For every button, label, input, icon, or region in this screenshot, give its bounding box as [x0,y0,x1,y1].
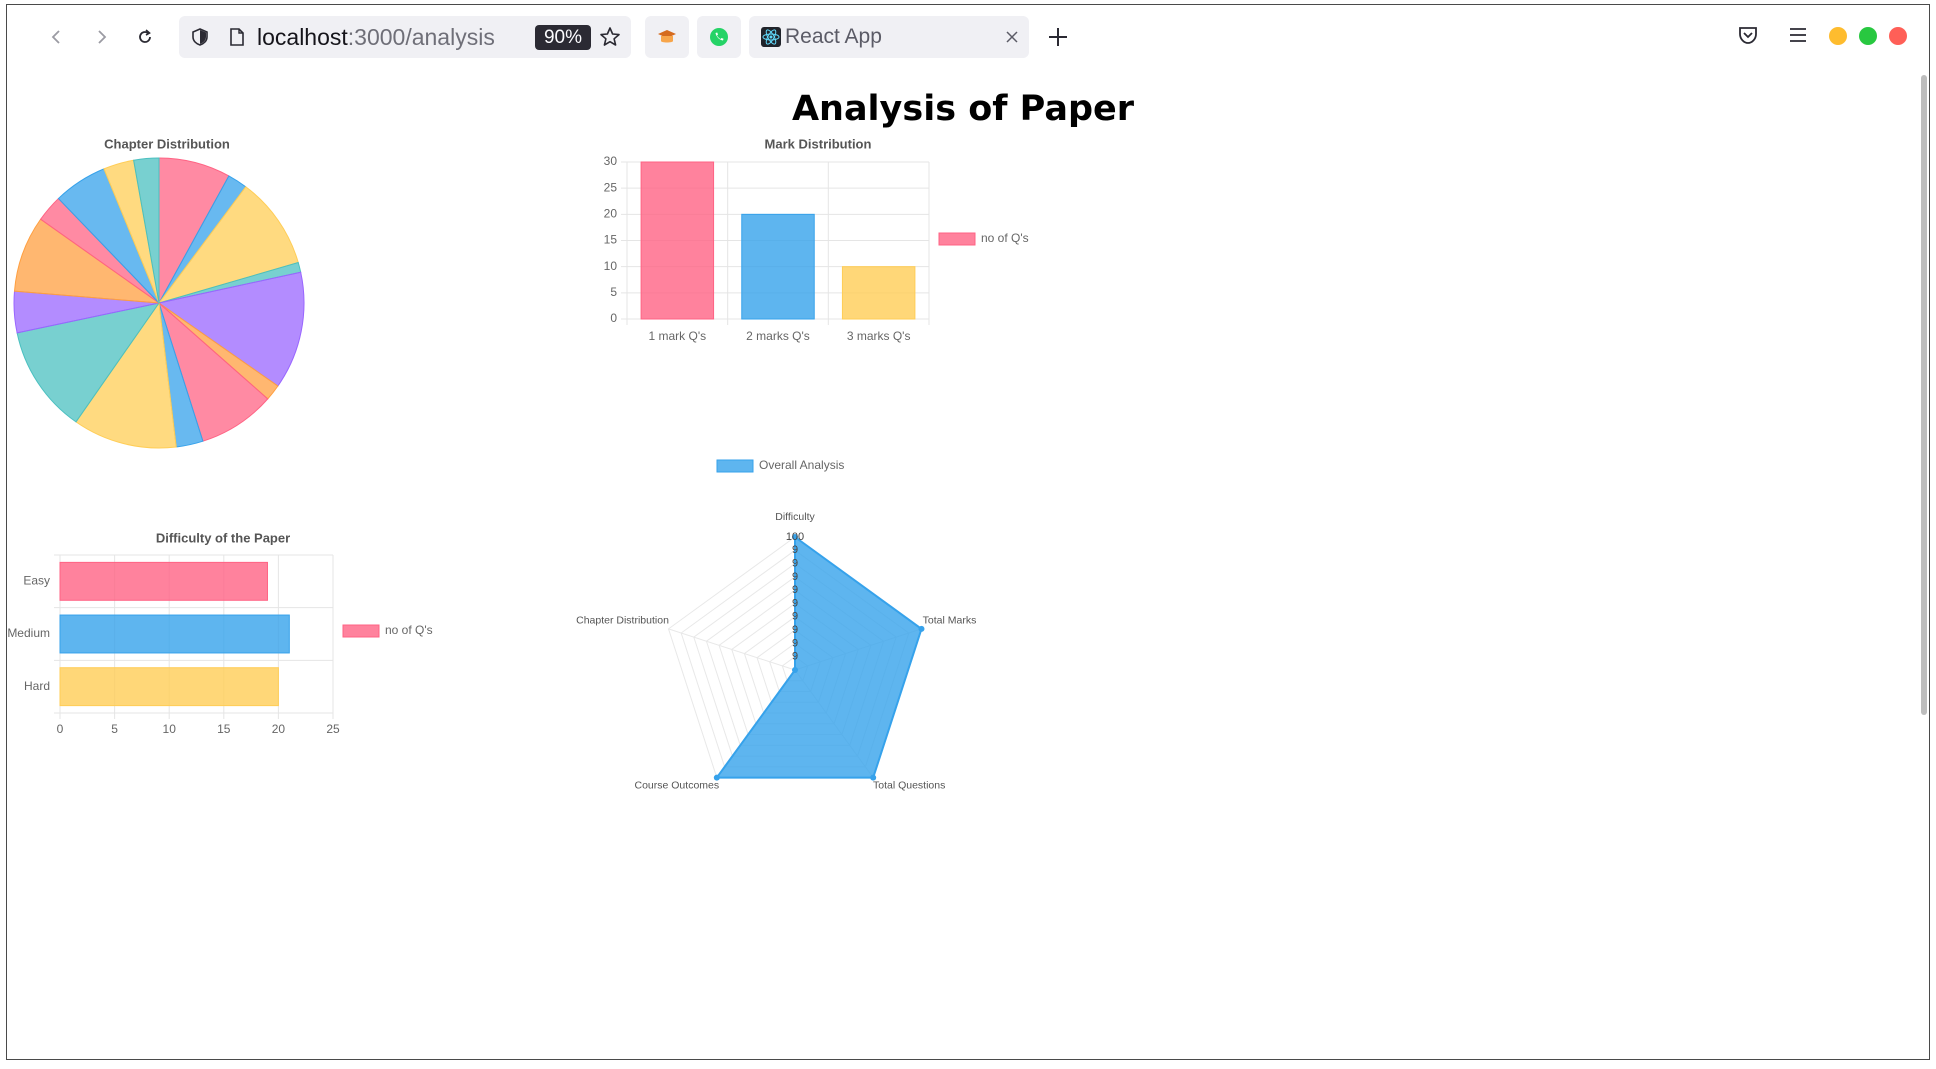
x-tick-label: 15 [217,722,231,736]
radar-tick-label: 100 [786,531,804,543]
minimize-button[interactable] [1829,27,1847,45]
radar-area [714,535,923,779]
radar-tick-label: 9 [792,611,798,623]
close-window-button[interactable] [1889,27,1907,45]
bar [841,266,916,320]
maximize-button[interactable] [1859,27,1877,45]
bar [59,614,290,654]
x-tick-label: 2 marks Q's [746,329,810,343]
charts-canvas: Chapter Distribution Mark Distribution 0 5 1… [7,136,1029,791]
y-tick-label: 25 [604,180,618,194]
extension-button[interactable] [645,16,689,58]
hbar-chart-title: Difficulty of the Paper [156,530,290,545]
url-host: localhost [257,24,348,50]
legend-swatch [342,624,380,638]
radar-tick-label: 9 [792,571,798,583]
y-tick-label: 0 [610,311,617,325]
reload-icon [139,29,151,43]
browser-window: localhost:3000/analysis 90% React App An… [6,4,1930,1060]
url-bar[interactable]: localhost:3000/analysis 90% [179,16,631,58]
bar [640,161,715,320]
x-tick-label: 1 mark Q's [649,329,707,343]
bar-chart-title: Mark Distribution [765,136,872,151]
x-tick-label: 3 marks Q's [847,329,911,343]
close-icon[interactable] [1005,30,1019,44]
zoom-badge[interactable]: 90% [535,25,591,50]
pie-slices [13,157,305,449]
whatsapp-icon [710,28,728,46]
legend-swatch [716,459,754,473]
reload-button[interactable] [127,19,163,55]
radar-tick-label: 9 [792,584,798,596]
menu-icon[interactable] [1787,24,1809,46]
page-icon [230,28,244,46]
legend-label: Overall Analysis [759,458,844,472]
url-path: :3000/analysis [347,24,495,50]
radar-tick-label: 9 [792,637,798,649]
y-tick-label: 30 [604,154,618,168]
radar-tick-label: 9 [792,624,798,636]
legend-swatch [938,232,976,246]
plus-icon[interactable] [1047,26,1069,48]
x-tick-label: 0 [57,722,64,736]
y-tick-label: 5 [610,285,617,299]
extension-icon [658,30,676,43]
pie-title: Chapter Distribution [104,136,230,151]
tab-title: React App [785,25,882,48]
pocket-icon[interactable] [1737,24,1759,46]
y-tick-label: Medium [7,626,50,640]
y-tick-label: 15 [604,233,618,247]
browser-tab[interactable]: React App [749,16,1029,58]
forward-icon [98,30,107,44]
radar-point [792,667,798,673]
radar-tick-label: 9 [792,651,798,663]
x-tick-label: 10 [163,722,177,736]
bar [741,213,815,320]
radar-axis-label: Total Questions [873,779,945,791]
page-content: Analysis of Paper Chapter Distribution Ma… [7,69,1929,1059]
radar-axis-label: Chapter Distribution [576,615,669,627]
radar-axis-label: Total Marks [923,615,977,627]
react-icon [761,27,781,47]
whatsapp-button[interactable] [697,16,741,58]
browser-toolbar: localhost:3000/analysis 90% React App [7,5,1929,69]
radar-axis-label: Difficulty [775,511,815,523]
radar-tick-label: 9 [792,544,798,556]
radar-tick-label: 9 [792,558,798,570]
legend-label: no of Q's [981,231,1029,245]
radar-point [918,625,925,632]
x-tick-label: 25 [326,722,340,736]
radar-spoke [668,628,796,671]
forward-button[interactable] [83,19,119,55]
back-button[interactable] [39,19,75,55]
x-tick-label: 5 [111,722,118,736]
radar-axis-label: Course Outcomes [635,779,720,791]
url-text[interactable]: localhost:3000/analysis [257,24,495,51]
shield-icon[interactable] [191,28,209,46]
y-tick-label: Hard [24,679,50,693]
y-tick-label: 20 [604,207,618,221]
legend-label: no of Q's [385,623,433,637]
bar [59,561,268,601]
back-icon [51,30,60,44]
x-tick-label: 20 [272,722,286,736]
y-tick-label: 10 [604,259,618,273]
radar-tick-label: 9 [792,597,798,609]
bar [59,667,279,707]
scrollbar[interactable] [1921,75,1927,715]
y-tick-label: Easy [23,574,50,588]
star-icon[interactable] [599,26,621,48]
